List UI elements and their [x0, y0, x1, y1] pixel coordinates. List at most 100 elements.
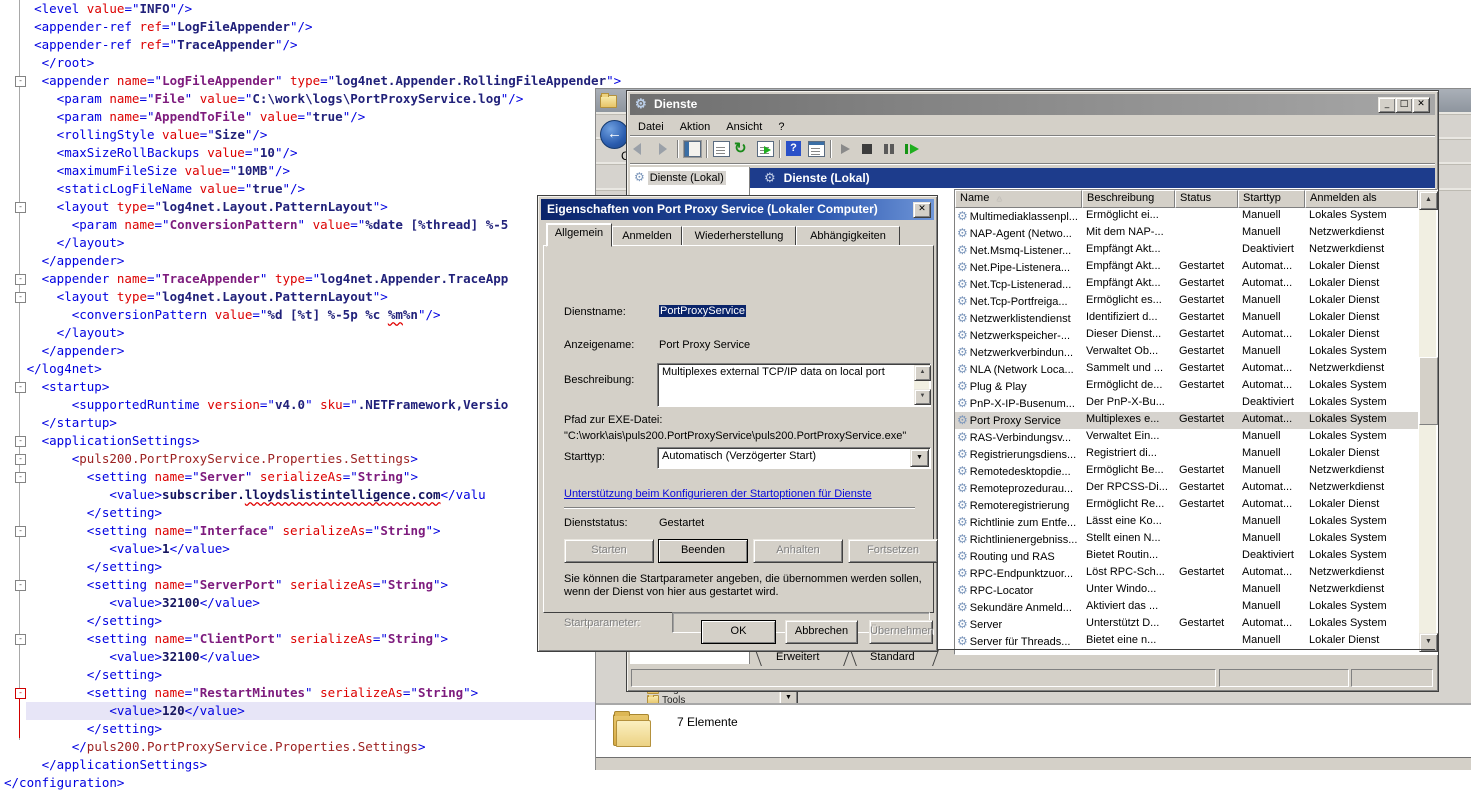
restart-service-icon[interactable]	[901, 139, 921, 159]
services-titlebar[interactable]: ⚙ Dienste _ □ ✕	[630, 94, 1435, 115]
refresh-icon[interactable]: ↻	[733, 139, 753, 159]
code-line[interactable]: <setting name="ClientPort" serializeAs="…	[4, 630, 621, 648]
code-line[interactable]: <setting name="Interface" serializeAs="S…	[4, 522, 621, 540]
code-line[interactable]: <maxSizeRollBackups value="10"/>	[4, 144, 621, 162]
help-icon[interactable]: ?	[784, 139, 804, 159]
service-row[interactable]: ⚙RPC-LocatorUnter Windo...ManuellNetzwer…	[955, 582, 1418, 599]
service-row[interactable]: ⚙Routing und RASBietet Routin...Deaktivi…	[955, 548, 1418, 565]
code-line[interactable]: <param name="ConversionPattern" value="%…	[4, 216, 621, 234]
code-line[interactable]: </layout>	[4, 324, 621, 342]
code-line[interactable]: </setting>	[4, 558, 621, 576]
column-header-status[interactable]: Status	[1175, 190, 1238, 208]
code-line[interactable]: <staticLogFileName value="true"/>	[4, 180, 621, 198]
service-row[interactable]: ⚙RemoteregistrierungErmöglicht Re...Gest…	[955, 497, 1418, 514]
dienstname-value[interactable]: PortProxyService	[659, 305, 746, 317]
code-line[interactable]: <appender-ref ref="LogFileAppender"/>	[4, 18, 621, 36]
menu-item-aktion[interactable]: Aktion	[672, 119, 719, 135]
code-line[interactable]: <setting name="Server" serializeAs="Stri…	[4, 468, 621, 486]
code-line[interactable]: </log4net>	[4, 360, 621, 378]
code-line[interactable]: <value>1</value>	[4, 540, 621, 558]
code-line[interactable]: <param name="AppendToFile" value="true"/…	[4, 108, 621, 126]
column-header-beschreibung[interactable]: Beschreibung	[1082, 190, 1175, 208]
code-line[interactable]: </setting>	[4, 504, 621, 522]
minimize-button[interactable]: _	[1378, 97, 1396, 113]
code-line[interactable]: <param name="File" value="C:\work\logs\P…	[4, 90, 621, 108]
startoptions-help-link[interactable]: Unterstützung beim Konfigurieren der Sta…	[564, 488, 872, 500]
tab-abhngigkeiten[interactable]: Abhängigkeiten	[796, 226, 900, 246]
close-button[interactable]: ✕	[1412, 97, 1430, 113]
service-row[interactable]: ⚙Richtlinie zum Entfe...Lässt eine Ko...…	[955, 514, 1418, 531]
column-header-name[interactable]: Name▲	[955, 190, 1082, 208]
code-line[interactable]: <supportedRuntime version="v4.0" sku=".N…	[4, 396, 621, 414]
chevron-down-icon[interactable]: ▼	[910, 449, 929, 467]
fold-marker[interactable]: -	[15, 274, 26, 285]
code-line[interactable]: </layout>	[4, 234, 621, 252]
column-header-starttyp[interactable]: Starttyp	[1238, 190, 1305, 208]
abbrechen-button[interactable]: Abbrechen	[785, 620, 858, 644]
code-line[interactable]: <appender-ref ref="TraceAppender"/>	[4, 36, 621, 54]
code-line[interactable]: </setting>	[4, 720, 621, 738]
fold-marker[interactable]: -	[15, 76, 26, 87]
service-row[interactable]: ⚙Server für Threads...Bietet eine n...Ma…	[955, 633, 1418, 650]
dialog-titlebar[interactable]: Eigenschaften von Port Proxy Service (Lo…	[541, 199, 934, 220]
starttyp-select[interactable]: Automatisch (Verzögerter Start) ▼	[657, 447, 931, 469]
beschreibung-field[interactable]: Multiplexes external TCP/IP data on loca…	[657, 363, 931, 407]
code-line[interactable]: <rollingStyle value="Size"/>	[4, 126, 621, 144]
service-row[interactable]: ⚙NLA (Network Loca...Sammelt und ...Gest…	[955, 361, 1418, 378]
code-fold-gutter[interactable]: ------------	[0, 0, 30, 787]
bernehmen-button[interactable]: Übernehmen	[869, 620, 933, 644]
code-line[interactable]: <setting name="ServerPort" serializeAs="…	[4, 576, 621, 594]
vertical-scrollbar[interactable]: ▲ ▼	[1419, 191, 1436, 652]
fold-marker[interactable]: -	[15, 454, 26, 465]
start-service-icon[interactable]	[835, 139, 855, 159]
service-row[interactable]: ⚙Port Proxy ServiceMultiplexes e...Gesta…	[955, 412, 1418, 429]
close-icon[interactable]: ✕	[913, 202, 931, 218]
service-row[interactable]: ⚙Sekundäre Anmeld...Aktiviert das ...Man…	[955, 599, 1418, 616]
menu-item-datei[interactable]: Datei	[630, 119, 672, 135]
forward-icon[interactable]	[653, 139, 673, 159]
service-row[interactable]: ⚙RAS-Verbindungsv...Verwaltet Ein...Manu…	[955, 429, 1418, 446]
service-row[interactable]: ⚙ServerUnterstützt D...GestartetAutomat.…	[955, 616, 1418, 633]
code-line[interactable]: </puls200.PortProxyService.Properties.Se…	[4, 738, 621, 756]
ok-button[interactable]: OK	[701, 620, 776, 644]
code-line[interactable]: </startup>	[4, 414, 621, 432]
service-row[interactable]: ⚙Remoteprozedurau...Der RPCSS-Di...Gesta…	[955, 480, 1418, 497]
scroll-up-icon[interactable]: ▲	[914, 365, 931, 381]
service-row[interactable]: ⚙Multimediaklassenpl...Ermöglicht ei...M…	[955, 208, 1418, 225]
code-line[interactable]: <applicationSettings>	[4, 432, 621, 450]
fold-marker[interactable]: -	[15, 202, 26, 213]
code-line[interactable]: <appender name="TraceAppender" type="log…	[4, 270, 621, 288]
code-line[interactable]: <level value="INFO"/>	[4, 0, 621, 18]
service-row[interactable]: ⚙NetzwerklistendienstIdentifiziert d...G…	[955, 310, 1418, 327]
column-header-anmelden-als[interactable]: Anmelden als	[1305, 190, 1418, 208]
service-row[interactable]: ⚙RPC-Endpunktzuor...Löst RPC-Sch...Gesta…	[955, 565, 1418, 582]
service-row[interactable]: ⚙PnP-X-IP-Busenum...Der PnP-X-Bu...Deakt…	[955, 395, 1418, 412]
anhalten-button[interactable]: Anhalten	[753, 539, 843, 563]
code-line[interactable]: <value>32100</value>	[4, 594, 621, 612]
code-line[interactable]: </appender>	[4, 342, 621, 360]
show-description-icon[interactable]	[806, 139, 826, 159]
code-line[interactable]: <layout type="log4net.Layout.PatternLayo…	[4, 198, 621, 216]
code-line[interactable]: </setting>	[4, 666, 621, 684]
service-row[interactable]: ⚙NAP-Agent (Netwo...Mit dem NAP-...Manue…	[955, 225, 1418, 242]
properties-icon[interactable]	[711, 139, 731, 159]
code-line[interactable]: </appender>	[4, 252, 621, 270]
starten-button[interactable]: Starten	[564, 539, 654, 563]
pause-service-icon[interactable]	[879, 139, 899, 159]
stop-service-icon[interactable]	[857, 139, 877, 159]
fold-marker[interactable]: -	[15, 634, 26, 645]
code-line[interactable]: </applicationSettings>	[4, 756, 621, 774]
code-line[interactable]: </configuration>	[4, 774, 621, 792]
tab-allgemein[interactable]: Allgemein	[546, 223, 612, 247]
description-scrollbar[interactable]: ▲ ▼	[914, 365, 929, 405]
code-line[interactable]: <value>120</value>	[4, 702, 621, 720]
scroll-down-icon[interactable]: ▼	[914, 389, 931, 405]
code-line[interactable]: </root>	[4, 54, 621, 72]
tab-erweitert[interactable]: Erweitert	[776, 651, 819, 663]
service-row[interactable]: ⚙Net.Msmq-Listener...Empfängt Akt...Deak…	[955, 242, 1418, 259]
fold-marker[interactable]: -	[15, 382, 26, 393]
fold-marker-changed[interactable]: -	[15, 688, 26, 699]
fold-marker[interactable]: -	[15, 436, 26, 447]
service-row[interactable]: ⚙Netzwerkspeicher-...Dieser Dienst...Ges…	[955, 327, 1418, 344]
code-line[interactable]: <conversionPattern value="%d [%t] %-5p %…	[4, 306, 621, 324]
